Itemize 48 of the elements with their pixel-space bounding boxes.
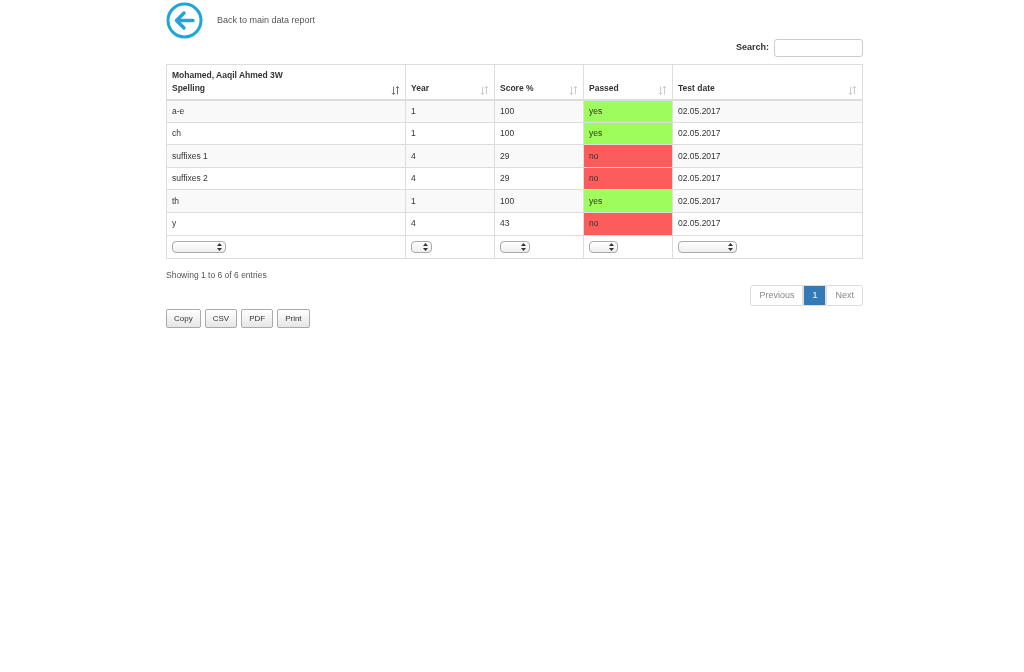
column-header[interactable]: Year	[411, 81, 429, 95]
export-button[interactable]: Print	[277, 309, 310, 329]
back-link[interactable]: Back to main data report	[217, 13, 316, 28]
search-label: Search:	[735, 41, 769, 55]
table-cell: 29	[494, 144, 584, 168]
table-cell: ch	[166, 122, 406, 145]
filter-dropdown[interactable]	[411, 240, 432, 253]
table-cell: 1	[405, 189, 495, 213]
table-cell: 02.05.2017	[672, 144, 863, 168]
column-header[interactable]: Test date	[678, 81, 715, 95]
table-cell: suffixes 2	[166, 167, 406, 190]
column-header[interactable]: Score %	[500, 81, 534, 95]
caret-icon	[521, 242, 526, 251]
table-cell: 43	[494, 212, 584, 236]
caret-icon	[609, 242, 614, 251]
column-header[interactable]: Passed	[589, 81, 619, 95]
table-cell: 1	[405, 99, 495, 123]
table-cell: 100	[494, 99, 584, 123]
table-info: Showing 1 to 6 of 6 entries	[166, 268, 268, 282]
sort-icon[interactable]	[391, 85, 400, 95]
page-button[interactable]: 1	[803, 285, 827, 307]
filter-dropdown[interactable]	[500, 240, 530, 253]
table-cell: 02.05.2017	[672, 99, 863, 123]
column-subheader[interactable]: Spelling	[172, 81, 283, 95]
table-cell: suffixes 1	[166, 144, 406, 168]
table-cell: 1	[405, 122, 495, 145]
export-button[interactable]: PDF	[241, 309, 274, 329]
column-header[interactable]: Mohamed, Aaqil Ahmed 3W	[172, 69, 283, 82]
export-button[interactable]: Copy	[166, 309, 201, 329]
table-cell: th	[166, 189, 406, 213]
caret-icon	[423, 242, 428, 251]
caret-icon	[728, 242, 733, 251]
table-cell: y	[166, 212, 406, 236]
table-cell: a-e	[166, 99, 406, 123]
table-cell: 02.05.2017	[672, 212, 863, 236]
table-cell: 4	[405, 144, 495, 168]
table-cell: 02.05.2017	[672, 189, 863, 213]
caret-icon	[217, 242, 222, 251]
table-cell: 29	[494, 167, 584, 190]
table-cell: 4	[405, 167, 495, 190]
table-cell: 02.05.2017	[672, 122, 863, 145]
export-button[interactable]: CSV	[204, 309, 238, 329]
table-cell: 02.05.2017	[672, 167, 863, 190]
table-cell: 100	[494, 189, 584, 213]
table-cell: 100	[494, 122, 584, 145]
search-field[interactable]	[774, 39, 863, 57]
table-cell: 4	[405, 212, 495, 236]
filter-dropdown[interactable]	[589, 240, 618, 253]
